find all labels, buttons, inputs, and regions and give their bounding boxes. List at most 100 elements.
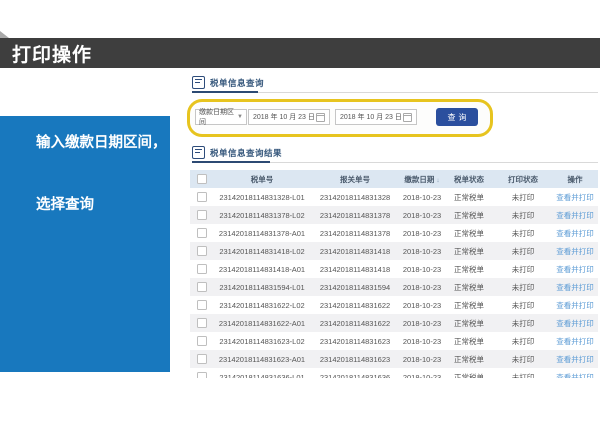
row-checkbox-cell [190,282,214,292]
print-status-cell: 未打印 [494,318,552,329]
row-checkbox[interactable] [197,318,207,328]
row-checkbox-cell [190,264,214,274]
bill-number-cell: 23142018114831418-L02 [214,247,310,256]
declaration-number-cell: 23142018114831594 [310,283,400,292]
column-header-decl-no: 报关单号 [310,174,400,185]
date-to-input[interactable]: 2018 年 10 月 23 日 [335,109,417,125]
view-and-print-link[interactable]: 查看并打印 [552,336,598,347]
payment-date-cell: 2018-10-23 [400,319,444,328]
table-row: 23142018114831623-L02 23142018114831623 … [190,332,598,350]
bill-status-cell: 正常税单 [444,228,494,239]
bill-number-cell: 23142018114831636-L01 [214,373,310,379]
payment-date-cell: 2018-10-23 [400,193,444,202]
date-range-dropdown[interactable]: 缴款日期区间 ▼ [195,109,247,125]
row-checkbox[interactable] [197,336,207,346]
table-body: 23142018114831328-L01 23142018114831328 … [190,188,598,378]
bill-number-cell: 23142018114831623-L02 [214,337,310,346]
table-row: 23142018114831622-L02 23142018114831622 … [190,296,598,314]
select-all-checkbox[interactable] [197,174,207,184]
bill-status-cell: 正常税单 [444,264,494,275]
row-checkbox-cell [190,228,214,238]
row-checkbox[interactable] [197,300,207,310]
payment-date-cell: 2018-10-23 [400,337,444,346]
tab-underline [192,161,270,163]
declaration-number-cell: 23142018114831378 [310,211,400,220]
bill-status-cell: 正常税单 [444,354,494,365]
bill-status-cell: 正常税单 [444,300,494,311]
print-status-cell: 未打印 [494,282,552,293]
declaration-number-cell: 23142018114831328 [310,193,400,202]
table-row: 23142018114831378-A01 23142018114831378 … [190,224,598,242]
date-to-value: 2018 年 10 月 23 日 [340,112,402,122]
declaration-number-cell: 23142018114831378 [310,229,400,238]
instruction-line-2: 选择查询 [36,193,94,214]
declaration-number-cell: 23142018114831623 [310,355,400,364]
table-row: 23142018114831622-A01 23142018114831622 … [190,314,598,332]
date-range-dropdown-label: 缴款日期区间 [199,107,237,127]
row-checkbox[interactable] [197,246,207,256]
print-status-cell: 未打印 [494,354,552,365]
bill-number-cell: 23142018114831622-L02 [214,301,310,310]
payment-date-cell: 2018-10-23 [400,211,444,220]
view-and-print-link[interactable]: 查看并打印 [552,282,598,293]
bill-number-cell: 23142018114831622-A01 [214,319,310,328]
declaration-number-cell: 23142018114831623 [310,337,400,346]
row-checkbox-cell [190,210,214,220]
row-checkbox[interactable] [197,228,207,238]
tab-underline [192,91,258,93]
results-section-header: 税单信息查询结果 [192,146,282,159]
payment-date-cell: 2018-10-23 [400,355,444,364]
document-icon [192,76,205,89]
date-from-input[interactable]: 2018 年 10 月 23 日 [248,109,330,125]
view-and-print-link[interactable]: 查看并打印 [552,192,598,203]
view-and-print-link[interactable]: 查看并打印 [552,210,598,221]
table-row: 23142018114831418-A01 23142018114831418 … [190,260,598,278]
table-row: 23142018114831328-L01 23142018114831328 … [190,188,598,206]
declaration-number-cell: 23142018114831622 [310,301,400,310]
row-checkbox[interactable] [197,264,207,274]
table-header-row: 税单号 报关单号 缴款日期↓ 税单状态 打印状态 操作 [190,170,598,188]
declaration-number-cell: 23142018114831418 [310,265,400,274]
bill-status-cell: 正常税单 [444,246,494,257]
view-and-print-link[interactable]: 查看并打印 [552,264,598,275]
view-and-print-link[interactable]: 查看并打印 [552,228,598,239]
instruction-line-1: 输入缴款日期区间， [36,131,167,152]
print-status-cell: 未打印 [494,228,552,239]
slide-banner: 打印操作 [0,38,600,68]
print-status-cell: 未打印 [494,300,552,311]
view-and-print-link[interactable]: 查看并打印 [552,300,598,311]
column-header-bill-no: 税单号 [214,174,310,185]
bill-status-cell: 正常税单 [444,210,494,221]
row-checkbox[interactable] [197,210,207,220]
bill-status-cell: 正常税单 [444,318,494,329]
view-and-print-link[interactable]: 查看并打印 [552,246,598,257]
print-status-cell: 未打印 [494,246,552,257]
bill-status-cell: 正常税单 [444,282,494,293]
row-checkbox[interactable] [197,354,207,364]
date-from-value: 2018 年 10 月 23 日 [253,112,315,122]
results-section-title: 税单信息查询结果 [210,147,282,159]
row-checkbox[interactable] [197,192,207,202]
row-checkbox-cell [190,354,214,364]
page-title: 打印操作 [0,40,92,67]
calendar-icon[interactable] [316,113,325,122]
table-row: 23142018114831636-L01 23142018114831636 … [190,368,598,378]
view-and-print-link[interactable]: 查看并打印 [552,354,598,365]
query-button[interactable]: 查询 [436,108,478,126]
row-checkbox-cell [190,372,214,378]
row-checkbox[interactable] [197,372,207,378]
query-section-header: 税单信息查询 [192,76,264,89]
column-header-date[interactable]: 缴款日期↓ [400,174,444,185]
query-section-title: 税单信息查询 [210,77,264,89]
bill-number-cell: 23142018114831328-L01 [214,193,310,202]
bill-number-cell: 23142018114831623-A01 [214,355,310,364]
bill-status-cell: 正常税单 [444,372,494,379]
print-status-cell: 未打印 [494,336,552,347]
calendar-icon[interactable] [403,113,412,122]
view-and-print-link[interactable]: 查看并打印 [552,318,598,329]
row-checkbox-cell [190,300,214,310]
table-row: 23142018114831418-L02 23142018114831418 … [190,242,598,260]
view-and-print-link[interactable]: 查看并打印 [552,372,598,379]
payment-date-cell: 2018-10-23 [400,229,444,238]
row-checkbox[interactable] [197,282,207,292]
